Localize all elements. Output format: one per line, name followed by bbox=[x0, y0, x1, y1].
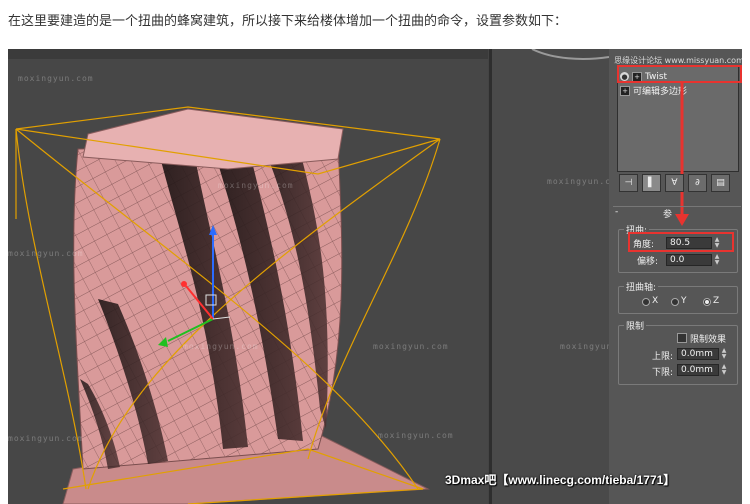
remove-modifier-icon[interactable]: ∂ bbox=[688, 174, 707, 192]
pin-stack-icon[interactable]: ⊣ bbox=[619, 174, 638, 192]
watermark: moxingyun.com bbox=[218, 181, 294, 190]
watermark: moxingyun.com bbox=[8, 434, 84, 443]
rollout-title-label: 参 bbox=[663, 210, 673, 220]
axis-z-radio[interactable] bbox=[703, 298, 711, 306]
secondary-viewport-lines bbox=[531, 49, 609, 60]
bias-input[interactable]: 0.0 bbox=[666, 254, 712, 266]
watermark: moxingyun.com bbox=[378, 431, 454, 440]
bias-label: 偏移: bbox=[637, 257, 659, 267]
axis-z-label: Z bbox=[713, 296, 720, 306]
bias-spinner-arrows-icon[interactable]: ▲ ▼ bbox=[713, 254, 721, 266]
screenshot-3dsmax: moxingyun.com moxingyun.com moxingyun.co… bbox=[8, 49, 742, 504]
axis-x-label: X bbox=[652, 296, 659, 306]
lower-limit-spinner-arrows-icon[interactable]: ▲ ▼ bbox=[720, 364, 728, 376]
site-banner: 3Dmax吧【www.linecg.com/tieba/1771】 bbox=[445, 473, 676, 487]
expand-plus-icon[interactable]: + bbox=[620, 85, 630, 96]
twist-axis-label: 扭曲轴: bbox=[624, 280, 659, 293]
perspective-viewport[interactable]: moxingyun.com moxingyun.com moxingyun.co… bbox=[8, 49, 488, 504]
command-panel: 思缘设计论坛 www.missyuan.com ● + Twist + 可编辑多… bbox=[609, 49, 742, 504]
lower-limit-input[interactable]: 0.0mm bbox=[677, 364, 719, 376]
axis-y-radio[interactable] bbox=[671, 298, 679, 306]
highlight-box-angle bbox=[628, 232, 734, 252]
limits-group-label: 限制 bbox=[624, 319, 647, 332]
highlight-box-twist bbox=[617, 65, 742, 83]
rollout-collapse-icon[interactable]: - bbox=[615, 207, 618, 217]
stack-item-editable-poly[interactable]: + 可编辑多边形 bbox=[620, 84, 687, 97]
watermark: moxingyun.com bbox=[183, 342, 259, 351]
parameters-rollout-title[interactable]: - 参 bbox=[613, 206, 741, 220]
watermark: moxingyun.com bbox=[8, 249, 84, 258]
axis-y-label: Y bbox=[681, 296, 687, 306]
axis-x-radio[interactable] bbox=[642, 298, 650, 306]
limit-effect-checkbox[interactable] bbox=[677, 333, 687, 343]
upper-limit-spinner-arrows-icon[interactable]: ▲ ▼ bbox=[720, 348, 728, 360]
stack-toolbar: ⊣ ▌ ∀ ∂ ▤ bbox=[619, 174, 739, 192]
configure-sets-icon[interactable]: ▤ bbox=[711, 174, 730, 192]
watermark: moxingyun.com bbox=[18, 74, 94, 83]
caption-text: 在这里要建造的是一个扭曲的蜂窝建筑，所以接下来给楼体增加一个扭曲的命令，设置参数… bbox=[8, 14, 568, 29]
upper-limit-input[interactable]: 0.0mm bbox=[677, 348, 719, 360]
watermark: moxingyun.com bbox=[373, 342, 449, 351]
lower-limit-label: 下限: bbox=[652, 368, 674, 378]
make-unique-icon[interactable]: ∀ bbox=[665, 174, 684, 192]
upper-limit-label: 上限: bbox=[652, 352, 674, 362]
show-end-result-icon[interactable]: ▌ bbox=[642, 174, 661, 192]
stack-item-label: 可编辑多边形 bbox=[633, 87, 688, 97]
secondary-viewport[interactable]: moxingyun.com moxingyun.com bbox=[492, 49, 635, 504]
limit-effect-label: 限制效果 bbox=[690, 335, 727, 345]
